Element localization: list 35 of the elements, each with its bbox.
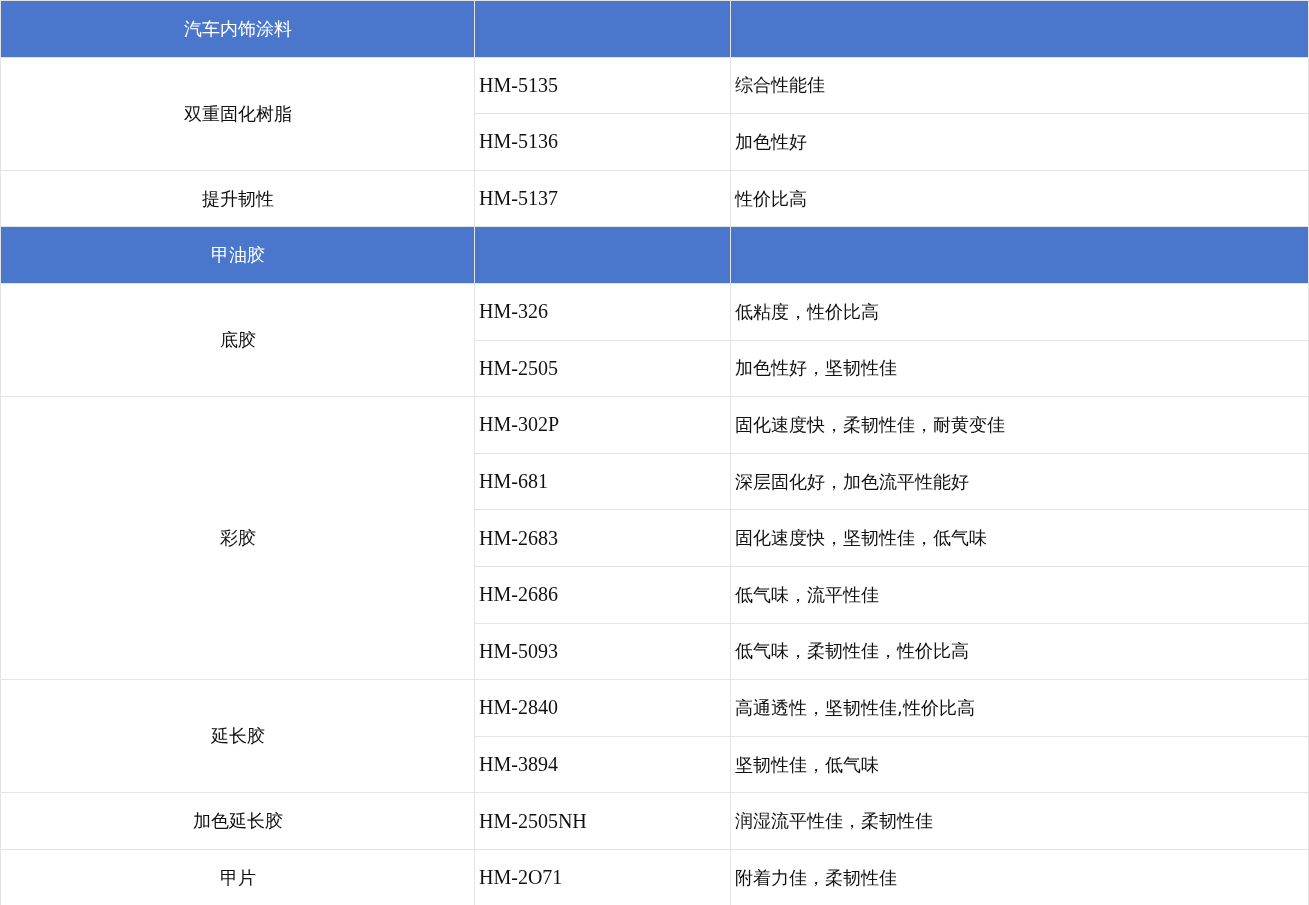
product-code-cell: HM-3894 [474,736,731,793]
category-cell: 双重固化树脂 [0,57,475,171]
feature-cell: 性价比高 [730,170,1309,227]
category-cell: 甲片 [0,849,475,905]
feature-cell: 低气味，柔韧性佳，性价比高 [730,623,1309,680]
feature-cell: 低粘度，性价比高 [730,283,1309,341]
feature-cell: 坚韧性佳，低气味 [730,736,1309,793]
product-code-cell: HM-2505NH [474,792,731,850]
category-cell: 彩胶 [0,396,475,680]
feature-cell: 固化速度快，坚韧性佳，低气味 [730,509,1309,567]
feature-cell: 加色性好 [730,113,1309,171]
category-cell: 底胶 [0,283,475,397]
product-code-cell: HM-5135 [474,57,731,114]
feature-cell: 低气味，流平性佳 [730,566,1309,624]
category-cell: 加色延长胶 [0,792,475,850]
feature-cell: 深层固化好，加色流平性能好 [730,453,1309,510]
product-code-cell: HM-2683 [474,509,731,567]
feature-cell: 加色性好，坚韧性佳 [730,340,1309,397]
product-code-cell: HM-326 [474,283,731,341]
feature-cell: 固化速度快，柔韧性佳，耐黄变佳 [730,396,1309,454]
category-cell: 提升韧性 [0,170,475,227]
feature-cell: 高通透性，坚韧性佳,性价比高 [730,679,1309,737]
product-code-cell: HM-302P [474,396,731,454]
product-code-cell: HM-2686 [474,566,731,624]
category-cell: 延长胶 [0,679,475,793]
product-code-cell: HM-5136 [474,113,731,171]
product-code-cell: HM-2505 [474,340,731,397]
feature-cell: 润湿流平性佳，柔韧性佳 [730,792,1309,850]
product-code-cell: HM-5137 [474,170,731,227]
section-header: 甲油胶 [0,226,475,284]
product-code-cell: HM-681 [474,453,731,510]
section-header: 汽车内饰涂料 [0,0,475,58]
feature-cell: 综合性能佳 [730,57,1309,114]
product-code-cell: HM-2840 [474,679,731,737]
product-code-cell: HM-5093 [474,623,731,680]
